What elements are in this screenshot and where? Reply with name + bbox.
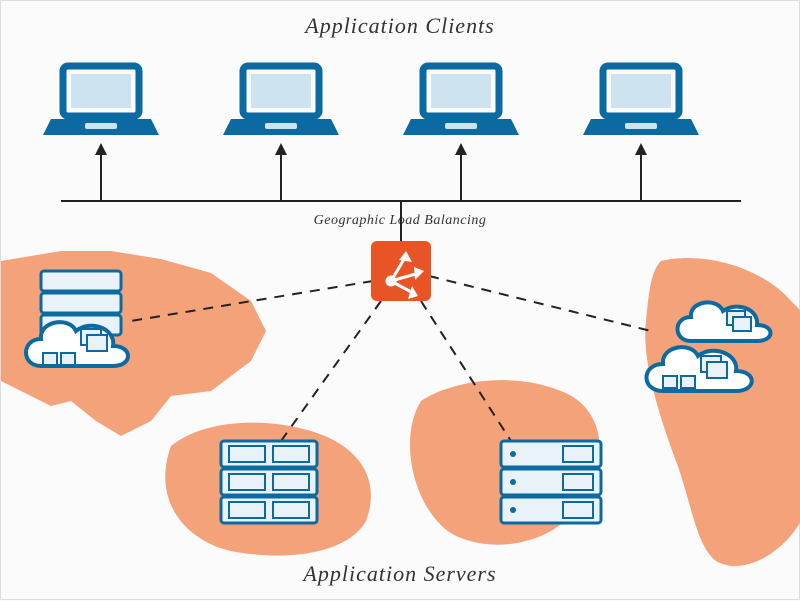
load-balancing-label: Geographic Load Balancing [1, 213, 799, 229]
servers-title: Application Servers [1, 561, 799, 587]
region-australia [165, 423, 371, 556]
server-rack-australia [221, 441, 317, 523]
laptop-icon [223, 66, 339, 135]
map-regions [1, 251, 800, 566]
server-connection-lines [131, 276, 651, 441]
load-balancer-icon [371, 241, 431, 301]
server-cloud-south-america [647, 302, 771, 391]
region-europe [410, 380, 600, 545]
diagram-canvas [1, 1, 800, 601]
server-rack-europe [501, 441, 601, 523]
clients-title: Application Clients [1, 13, 799, 39]
laptop-icon [43, 66, 159, 135]
server-cloud-north-america [26, 271, 128, 366]
laptop-icon [583, 66, 699, 135]
region-north-america [1, 251, 266, 436]
laptop-icon [403, 66, 519, 135]
region-south-america [645, 258, 800, 566]
